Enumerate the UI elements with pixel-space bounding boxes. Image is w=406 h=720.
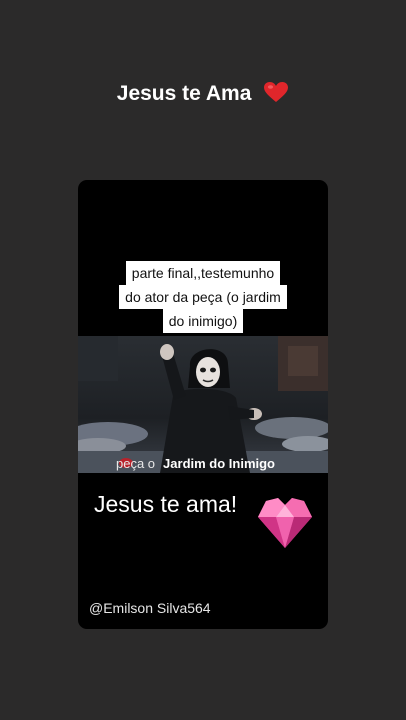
red-heart-icon: [263, 81, 289, 111]
caption-line: do inimigo): [162, 309, 244, 333]
pink-gem-heart-icon: [256, 495, 314, 554]
page-title: Jesus te Ama: [0, 80, 406, 111]
frame-subtitle: peça o Jardim do Inimigo: [116, 456, 275, 471]
video-frame-scene: [78, 336, 328, 473]
page-title-text: Jesus te Ama: [116, 82, 252, 105]
author-handle[interactable]: @Emilson Silva564: [89, 600, 211, 616]
caption-line: parte final,,testemunho: [125, 261, 281, 285]
video-card[interactable]: parte final,,testemunho do ator da peça …: [78, 180, 328, 629]
video-caption: parte final,,testemunho do ator da peça …: [78, 261, 328, 333]
video-frame: peça o Jardim do Inimigo: [78, 336, 328, 473]
frame-subtitle-prefix: peça o: [116, 456, 156, 471]
frame-subtitle-title: Jardim do Inimigo: [163, 456, 276, 471]
caption-line: do ator da peça (o jardim: [119, 285, 287, 309]
overlay-text: Jesus te ama!: [94, 491, 238, 517]
